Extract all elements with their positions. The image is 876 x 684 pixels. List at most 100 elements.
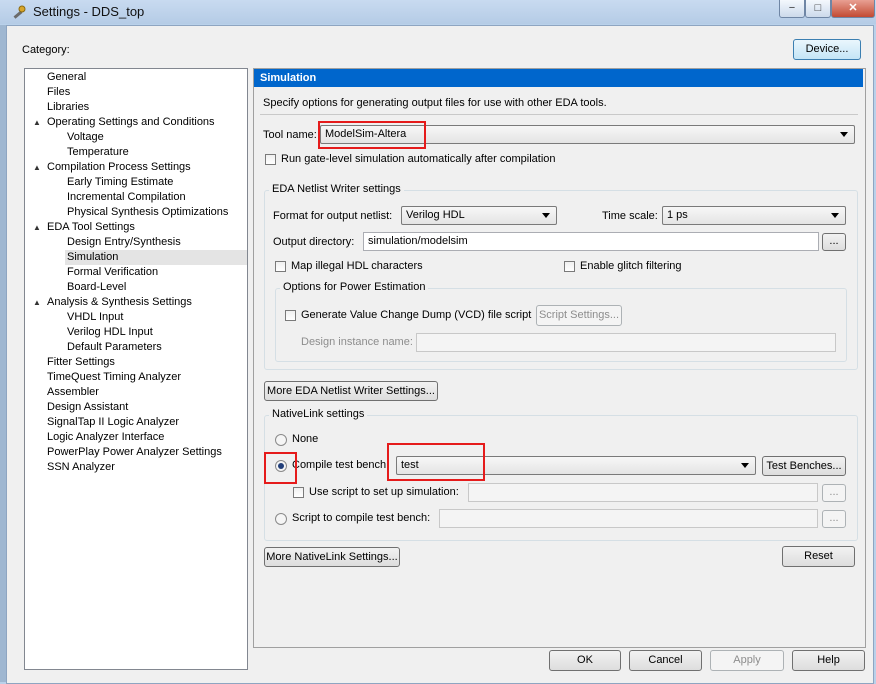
design-instance-label: Design instance name: — [301, 336, 413, 348]
reset-button[interactable]: Reset — [782, 546, 855, 567]
script-compile-input[interactable] — [439, 509, 818, 528]
tree-item[interactable]: Physical Synthesis Optimizations — [67, 205, 247, 220]
tree-item-label: Design Assistant — [47, 401, 129, 413]
time-scale-dropdown[interactable]: 1 ps — [662, 206, 846, 225]
tree-expand-icon[interactable]: ▲ — [33, 295, 41, 310]
more-netlist-settings-button[interactable]: More EDA Netlist Writer Settings... — [264, 381, 438, 401]
tree-item[interactable]: SSN Analyzer — [47, 460, 247, 475]
output-directory-browse-button[interactable]: ... — [822, 233, 846, 251]
help-button[interactable]: Help — [792, 650, 865, 671]
format-dropdown[interactable]: Verilog HDL — [401, 206, 557, 225]
tree-item[interactable]: Logic Analyzer Interface — [47, 430, 247, 445]
tree-item[interactable]: Voltage — [67, 130, 247, 145]
tree-item[interactable]: Files — [47, 85, 247, 100]
nativelink-group-label: NativeLink settings — [269, 408, 368, 420]
tree-item[interactable]: General — [47, 70, 247, 85]
tree-item[interactable]: Simulation — [65, 250, 247, 265]
tree-item[interactable]: VHDL Input — [67, 310, 247, 325]
tree-item[interactable]: PowerPlay Power Analyzer Settings — [47, 445, 247, 460]
tree-item[interactable]: Design Entry/Synthesis — [67, 235, 247, 250]
tree-item[interactable]: Board-Level — [67, 280, 247, 295]
tree-item-label: TimeQuest Timing Analyzer — [47, 371, 182, 383]
ok-button[interactable]: OK — [549, 650, 621, 671]
use-script-input[interactable] — [468, 483, 818, 502]
tree-item-label: Early Timing Estimate — [67, 176, 174, 188]
tree-item-label: Simulation — [67, 251, 119, 263]
settings-wrench-icon — [13, 5, 26, 19]
tree-item[interactable]: Verilog HDL Input — [67, 325, 247, 340]
chevron-down-icon — [831, 213, 839, 218]
panel-header: Simulation — [254, 69, 863, 87]
compile-test-bench-label: Compile test bench: — [292, 459, 390, 471]
tree-item-label: SignalTap II Logic Analyzer — [47, 416, 180, 428]
tree-item[interactable]: Early Timing Estimate — [67, 175, 247, 190]
time-scale-label: Time scale: — [602, 210, 658, 222]
tree-item[interactable]: Libraries — [47, 100, 247, 115]
tool-name-value: ModelSim-Altera — [325, 128, 407, 140]
test-benches-button[interactable]: Test Benches... — [762, 456, 846, 476]
map-illegal-checkbox[interactable] — [275, 261, 286, 272]
compile-test-bench-radio[interactable] — [275, 460, 287, 472]
tree-item[interactable]: Default Parameters — [67, 340, 247, 355]
power-group-label: Options for Power Estimation — [280, 281, 429, 293]
glitch-filtering-label: Enable glitch filtering — [580, 260, 682, 272]
tree-item[interactable]: ▲ Operating Settings and Conditions — [33, 115, 247, 130]
tree-item[interactable]: Temperature — [67, 145, 247, 160]
tree-item[interactable]: SignalTap II Logic Analyzer — [47, 415, 247, 430]
tree-item[interactable]: Fitter Settings — [47, 355, 247, 370]
tree-item-label: Analysis & Synthesis Settings — [47, 296, 192, 308]
script-compile-radio[interactable] — [275, 513, 287, 525]
tree-expand-icon[interactable]: ▲ — [33, 115, 41, 130]
use-script-label: Use script to set up simulation: — [309, 486, 459, 498]
maximize-button[interactable]: □ — [805, 0, 831, 18]
tree-item-label: Libraries — [47, 101, 90, 113]
tree-expand-icon[interactable]: ▲ — [33, 220, 41, 235]
output-directory-input[interactable]: simulation/modelsim — [363, 232, 819, 251]
tree-item-label: EDA Tool Settings — [47, 221, 135, 233]
tool-name-label: Tool name: — [263, 129, 317, 141]
more-nativelink-settings-button[interactable]: More NativeLink Settings... — [264, 547, 400, 567]
script-compile-browse-button[interactable]: ... — [822, 510, 846, 528]
glitch-filtering-checkbox[interactable] — [564, 261, 575, 272]
tree-expand-icon[interactable]: ▲ — [33, 160, 41, 175]
run-gate-level-checkbox[interactable] — [265, 154, 276, 165]
tool-name-dropdown[interactable]: ModelSim-Altera — [320, 125, 855, 144]
design-instance-input[interactable] — [416, 333, 836, 352]
tree-item-label: Assembler — [47, 386, 99, 398]
tree-item-label: Incremental Compilation — [67, 191, 186, 203]
tree-item-label: Board-Level — [67, 281, 127, 293]
tree-item[interactable]: Design Assistant — [47, 400, 247, 415]
use-script-checkbox[interactable] — [293, 487, 304, 498]
close-button[interactable]: ✕ — [831, 0, 875, 18]
tree-item-label: General — [47, 71, 87, 83]
category-tree[interactable]: General Files Libraries ▲ Operating Settings… — [24, 68, 248, 670]
device-button[interactable]: Device... — [793, 39, 861, 60]
tree-item-label: Files — [47, 86, 71, 98]
tree-item-label: Fitter Settings — [47, 356, 115, 368]
apply-button[interactable]: Apply — [710, 650, 784, 671]
tree-item-label: VHDL Input — [67, 311, 124, 323]
tree-item-label: Operating Settings and Conditions — [47, 116, 215, 128]
window-title: Settings - DDS_top — [33, 4, 145, 19]
tree-item[interactable]: TimeQuest Timing Analyzer — [47, 370, 247, 385]
tree-item[interactable]: ▲ Compilation Process Settings — [33, 160, 247, 175]
script-settings-button[interactable]: Script Settings... — [536, 305, 622, 326]
panel-description: Specify options for generating output fi… — [263, 97, 607, 109]
netlist-group-label: EDA Netlist Writer settings — [269, 183, 404, 195]
test-bench-dropdown[interactable]: test — [396, 456, 756, 475]
vcd-checkbox[interactable] — [285, 310, 296, 321]
tree-item[interactable]: ▲ Analysis & Synthesis Settings — [33, 295, 247, 310]
none-radio[interactable] — [275, 434, 287, 446]
cancel-button[interactable]: Cancel — [629, 650, 702, 671]
tree-item-label: Default Parameters — [67, 341, 162, 353]
use-script-browse-button[interactable]: ... — [822, 484, 846, 502]
tree-item-label: Formal Verification — [67, 266, 159, 278]
tree-item[interactable]: Formal Verification — [67, 265, 247, 280]
minimize-button[interactable]: − — [779, 0, 805, 18]
tree-item[interactable]: ▲ EDA Tool Settings — [33, 220, 247, 235]
tree-item[interactable]: Incremental Compilation — [67, 190, 247, 205]
tree-item[interactable]: Assembler — [47, 385, 247, 400]
vcd-label: Generate Value Change Dump (VCD) file sc… — [301, 309, 532, 321]
none-label: None — [292, 433, 319, 445]
chevron-down-icon — [840, 132, 848, 137]
